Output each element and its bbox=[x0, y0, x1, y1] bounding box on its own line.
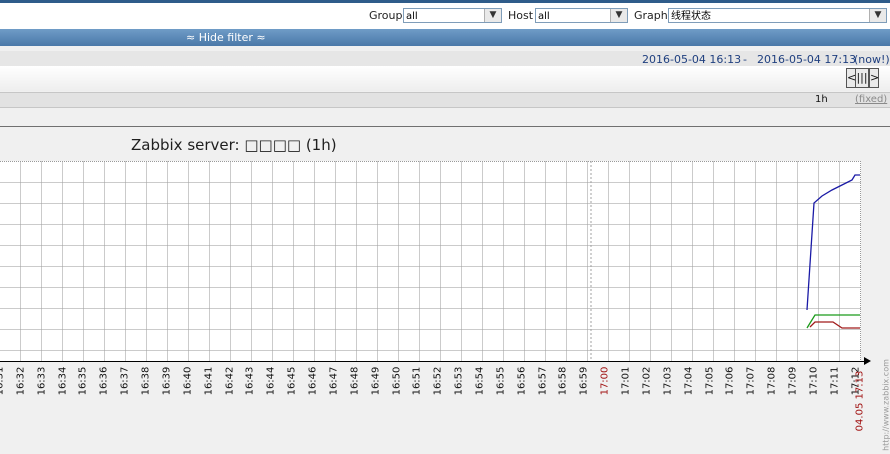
series-line-red bbox=[809, 321, 860, 329]
series-line-blue bbox=[806, 174, 860, 311]
graph-series bbox=[590, 161, 860, 361]
watermark-text: http://www.zabbix.com bbox=[881, 359, 890, 451]
